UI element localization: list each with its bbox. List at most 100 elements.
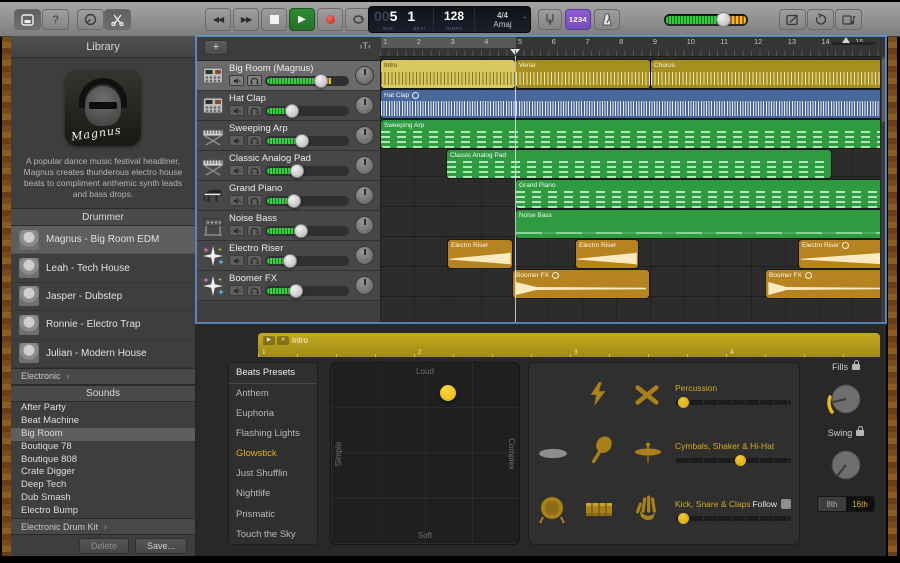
pan-knob[interactable]	[355, 156, 374, 175]
preset-item[interactable]: Glowstick	[229, 444, 317, 464]
solo-headphones-button[interactable]	[247, 195, 262, 206]
audio-region[interactable]: Grand Piano	[516, 180, 885, 208]
hi-hat-icon[interactable]	[633, 441, 663, 465]
lightning-bolt-icon[interactable]	[587, 381, 609, 407]
forward-button[interactable]: ▶▶	[233, 8, 259, 31]
track-volume-knob[interactable]	[293, 223, 308, 238]
swing-knob[interactable]	[823, 442, 869, 488]
drummer-list-item[interactable]: Leah - Tech House	[11, 254, 195, 283]
cymbals-knob[interactable]	[735, 455, 747, 466]
audio-region[interactable]: Sweeping Arp	[381, 120, 885, 148]
track-volume-slider[interactable]	[265, 133, 349, 148]
preset-item[interactable]: Touch the Sky	[229, 525, 317, 545]
track-row[interactable]: Sweeping Arp	[196, 121, 380, 151]
preset-item[interactable]: Prismatic	[229, 505, 317, 525]
audio-region[interactable]: Hat Clap	[381, 90, 885, 118]
sound-list-item[interactable]: Crate Digger	[11, 466, 195, 479]
preset-item[interactable]: Anthem	[229, 384, 317, 404]
sound-list-item[interactable]: Deep Tech	[11, 479, 195, 492]
audio-region[interactable]: Chorus	[651, 60, 885, 88]
track-volume-slider[interactable]	[265, 163, 349, 178]
track-volume-slider[interactable]	[265, 283, 349, 298]
claps-hand-icon[interactable]	[635, 493, 660, 521]
track-volume-slider[interactable]	[265, 223, 349, 238]
scrollbar-thumb[interactable]	[882, 58, 885, 122]
drummer-list-item[interactable]: Ronnie - Electro Trap	[11, 311, 195, 340]
track-row[interactable]: Hat Clap	[196, 91, 380, 121]
audio-region[interactable]: Boomer FX	[513, 270, 649, 298]
timeline-ruler[interactable]: 123456789101112131415	[380, 36, 886, 57]
metronome-button[interactable]	[594, 9, 620, 30]
follow-checkbox[interactable]	[781, 499, 791, 509]
tuner-button[interactable]	[538, 9, 562, 30]
swing-8th-option[interactable]: 8th	[818, 497, 846, 511]
preset-item[interactable]: Euphoria	[229, 404, 317, 424]
mute-button[interactable]	[229, 105, 244, 116]
pan-knob[interactable]	[355, 126, 374, 145]
zoom-slider-handle[interactable]	[842, 37, 850, 43]
audio-region[interactable]: Electro Riser	[576, 240, 638, 268]
track-volume-knob[interactable]	[290, 163, 305, 178]
loud-complex-xy-pad[interactable]: Loud Soft Simple Complex	[330, 362, 520, 545]
vertical-scrollbar[interactable]	[880, 56, 886, 322]
drummer-list-item[interactable]: Julian - Modern House	[11, 340, 195, 368]
mute-button[interactable]	[229, 75, 244, 86]
track-volume-knob[interactable]	[286, 193, 301, 208]
drummer-list-item[interactable]: Magnus - Big Room EDM	[11, 226, 195, 255]
audio-region[interactable]: Intro	[381, 60, 515, 88]
track-row[interactable]: Noise Bass	[196, 211, 380, 241]
count-in-button[interactable]: 1234	[565, 9, 591, 30]
delete-button[interactable]: Delete	[78, 537, 129, 554]
audio-region[interactable]: Electro Riser	[799, 240, 885, 268]
solo-headphones-button[interactable]	[247, 75, 262, 86]
mute-button[interactable]	[229, 285, 244, 296]
audio-region[interactable]: Classic Analog Pad	[447, 150, 831, 178]
preset-item[interactable]: Just Shufflin	[229, 464, 317, 484]
library-toggle-button[interactable]	[14, 9, 41, 30]
fills-knob[interactable]	[823, 376, 869, 422]
zoom-slider[interactable]	[832, 37, 876, 45]
percussion-knob[interactable]	[678, 397, 690, 408]
sound-list-item[interactable]: After Party	[11, 402, 195, 415]
cymbal-icon[interactable]	[537, 447, 569, 460]
track-row[interactable]: Boomer FX	[196, 271, 380, 301]
mute-button[interactable]	[229, 195, 244, 206]
notepad-button[interactable]	[779, 9, 806, 30]
solo-headphones-button[interactable]	[247, 165, 262, 176]
solo-headphones-button[interactable]	[247, 135, 262, 146]
sound-list-item[interactable]: Big Room	[11, 427, 195, 441]
add-track-button[interactable]: +	[204, 40, 228, 55]
track-volume-knob[interactable]	[295, 133, 310, 148]
track-row[interactable]: Electro Riser	[196, 241, 380, 271]
cymbals-slider[interactable]	[675, 455, 791, 466]
lcd-display[interactable]: 005 1 BAR BEAT 128 TEMPO 4/4 Amaj ˇ	[368, 6, 531, 33]
quick-help-button[interactable]: ?	[42, 9, 69, 30]
pan-knob[interactable]	[355, 96, 374, 115]
stop-button[interactable]	[261, 8, 287, 31]
play-button[interactable]: ▶	[289, 8, 315, 31]
sound-list-item[interactable]: Dub Smash	[11, 492, 195, 505]
solo-headphones-button[interactable]	[247, 105, 262, 116]
mute-button[interactable]	[229, 135, 244, 146]
track-volume-knob[interactable]	[283, 253, 298, 268]
audio-region[interactable]: Verse	[516, 60, 650, 88]
genre-crumb[interactable]: Electronic ›	[11, 367, 195, 385]
mute-button[interactable]	[229, 165, 244, 176]
playhead-marker[interactable]	[510, 49, 520, 55]
track-lanes[interactable]: Intro Verse Chorus Hat Clap Sweeping Arp…	[380, 56, 886, 322]
track-volume-knob[interactable]	[288, 283, 303, 298]
solo-headphones-button[interactable]	[247, 255, 262, 266]
sound-list-item[interactable]: Beat Machine	[11, 415, 195, 428]
pan-knob[interactable]	[355, 276, 374, 295]
audio-region[interactable]: Noise Bass	[516, 210, 885, 238]
volume-knob[interactable]	[716, 12, 731, 27]
mute-button[interactable]	[229, 225, 244, 236]
snare-drum-icon[interactable]	[583, 499, 615, 521]
rewind-button[interactable]: ◀◀	[205, 8, 231, 31]
xy-pad-puck[interactable]	[440, 385, 456, 401]
editors-button[interactable]	[104, 9, 131, 30]
drummer-list-item[interactable]: Jasper - Dubstep	[11, 283, 195, 312]
drumsticks-icon[interactable]	[633, 383, 661, 407]
kit-crumb[interactable]: Electronic Drum Kit ›	[11, 518, 195, 535]
sound-list-item[interactable]: Boutique 808	[11, 454, 195, 467]
